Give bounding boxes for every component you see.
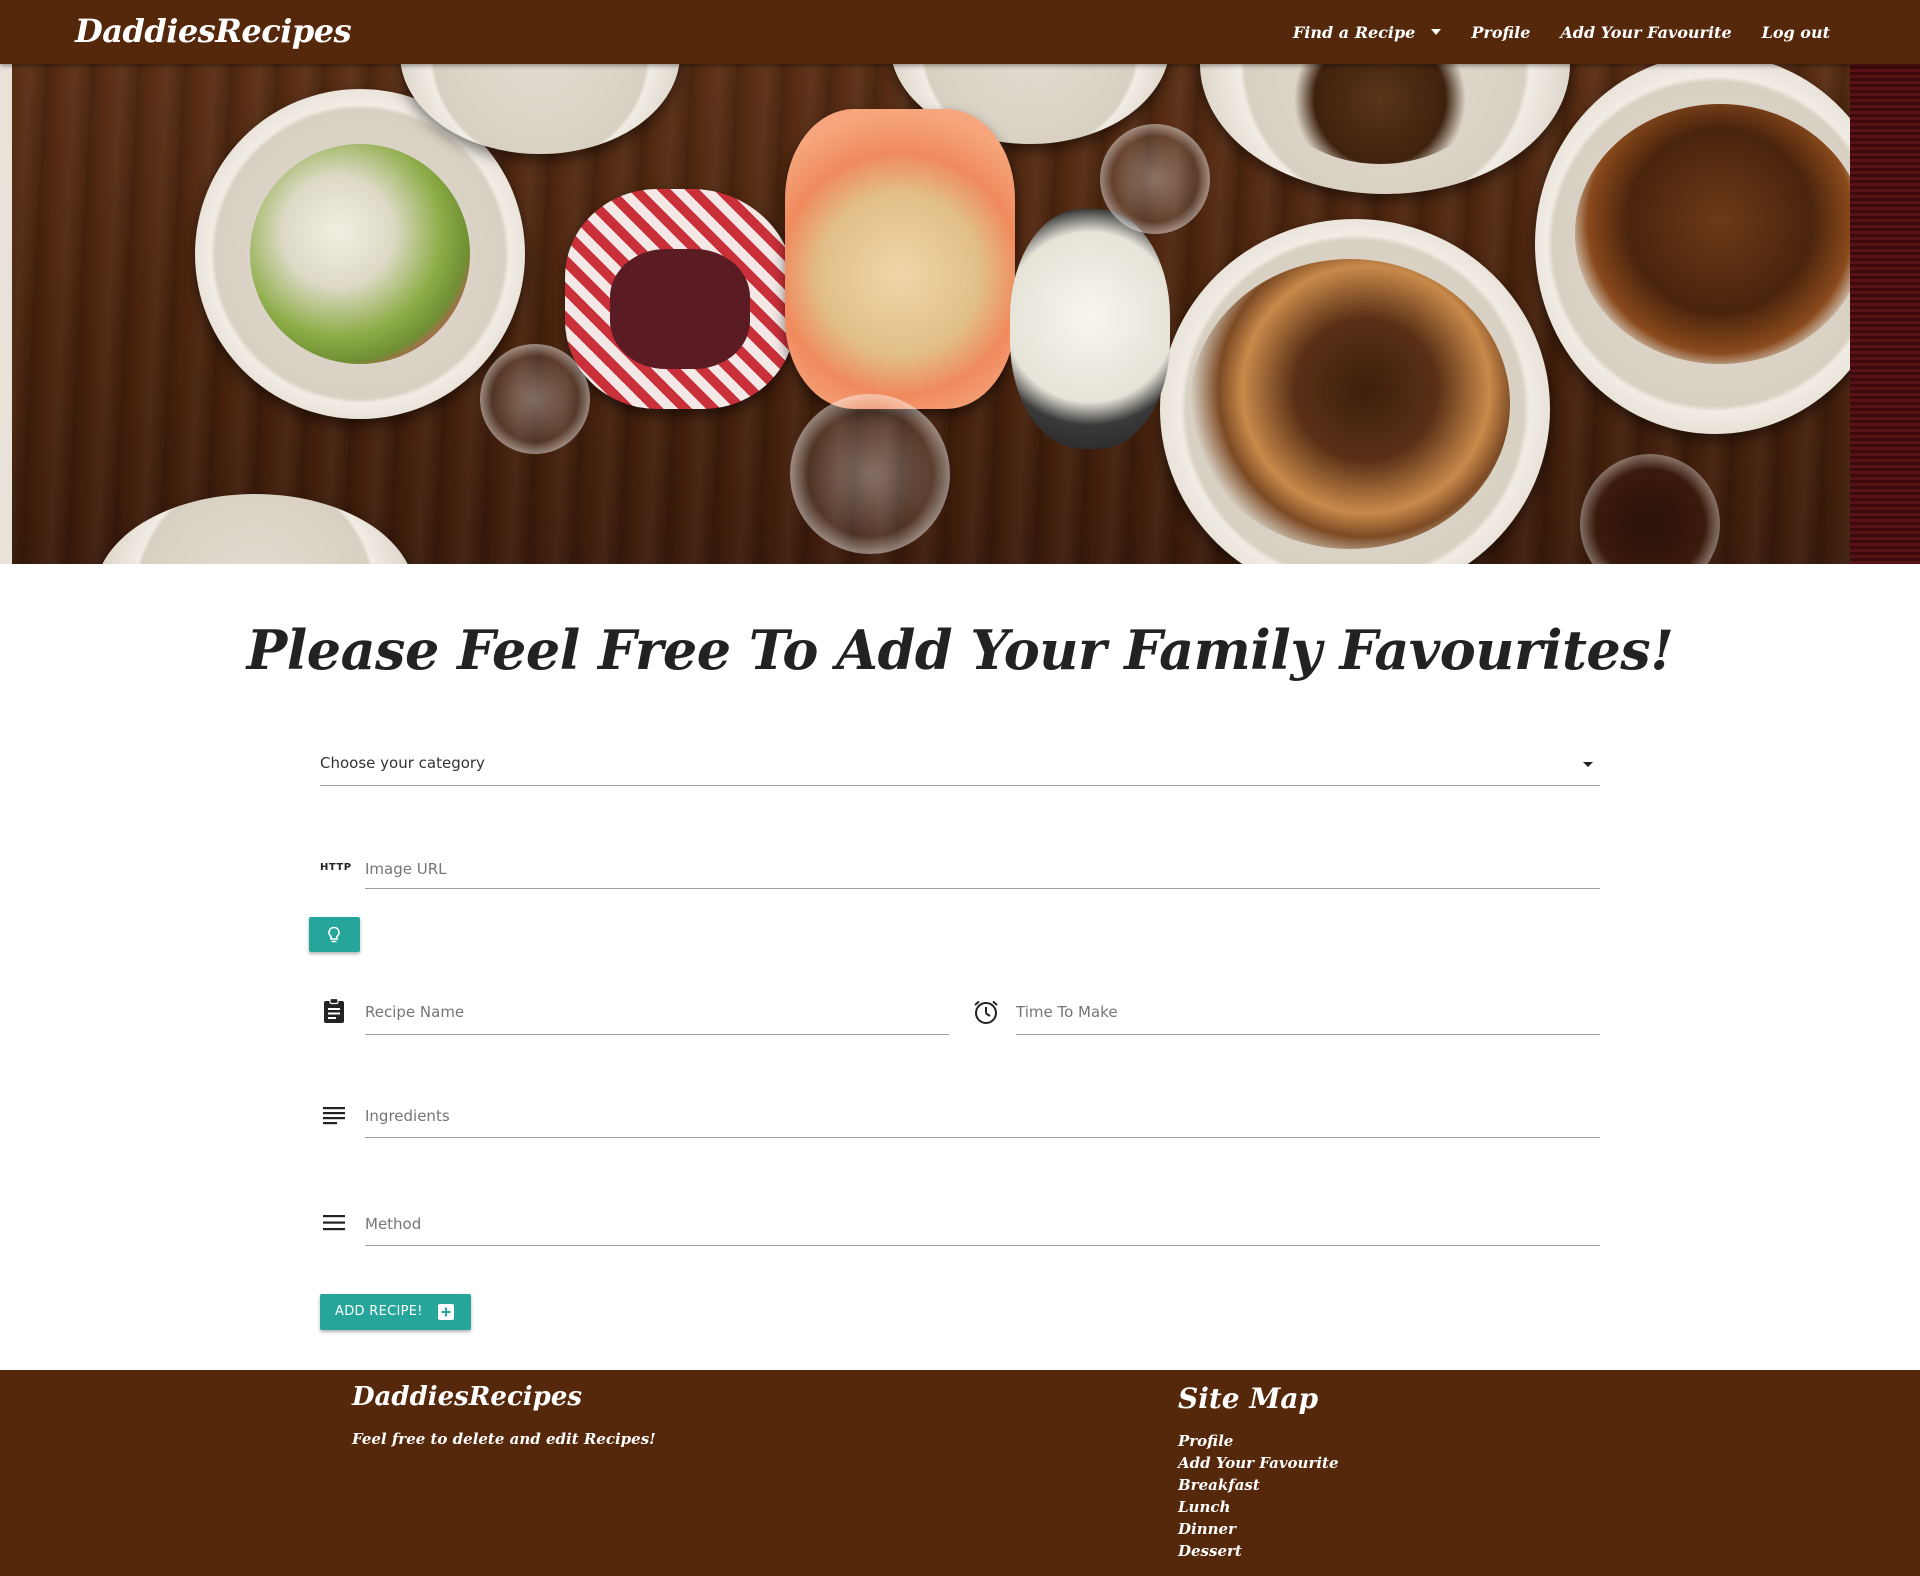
lightbulb-icon	[328, 926, 340, 943]
add-recipe-button-label: ADD RECIPE!	[335, 1304, 423, 1319]
hero-plate-right	[1535, 64, 1895, 434]
time-to-make-underline	[1016, 1034, 1600, 1035]
sitemap-link-lunch[interactable]: Lunch	[1178, 1496, 1339, 1518]
ingredients-underline	[365, 1137, 1600, 1138]
hero-napkin-holder	[1010, 209, 1170, 449]
nav-add-favourite[interactable]: Add Your Favourite	[1560, 23, 1731, 42]
brand-logo[interactable]: DaddiesRecipes	[75, 12, 352, 50]
add-recipe-button[interactable]: ADD RECIPE!	[320, 1294, 471, 1330]
sitemap-list: Profile Add Your Favourite Breakfast Lun…	[1178, 1430, 1339, 1562]
alarm-clock-icon	[974, 1000, 998, 1024]
hero-glass-2	[1100, 124, 1210, 234]
hero-tablecloth	[1850, 64, 1920, 564]
chevron-down-icon	[1431, 29, 1442, 35]
hero-napkin-basket	[565, 189, 795, 409]
page-heading: Please Feel Free To Add Your Family Favo…	[246, 618, 1674, 682]
sitemap-link-profile[interactable]: Profile	[1178, 1430, 1339, 1452]
hero-bread-basket	[785, 109, 1015, 409]
nav-profile[interactable]: Profile	[1471, 23, 1530, 42]
notes-icon	[323, 1107, 345, 1125]
nav-find-recipe-label: Find a Recipe	[1292, 22, 1416, 42]
method-underline	[365, 1245, 1600, 1246]
footer-tagline: Feel free to delete and edit Recipes!	[352, 1430, 656, 1448]
sitemap-link-breakfast[interactable]: Breakfast	[1178, 1474, 1339, 1496]
nav-find-recipe-dropdown[interactable]: Find a Recipe	[1292, 22, 1442, 42]
plus-box-icon	[438, 1304, 454, 1320]
method-input[interactable]	[365, 1213, 1600, 1235]
sitemap-link-add-favourite[interactable]: Add Your Favourite	[1178, 1452, 1339, 1474]
image-url-input[interactable]	[365, 858, 1600, 880]
sitemap-title: Site Map	[1178, 1382, 1319, 1415]
recipe-name-underline	[365, 1034, 949, 1035]
http-prefix-label: HTTP	[320, 862, 352, 873]
image-preview-button[interactable]	[309, 917, 360, 952]
hero-glass-1	[480, 344, 590, 454]
hero-water-jug	[790, 394, 950, 554]
hero-steak-plate	[1160, 219, 1550, 564]
navbar: DaddiesRecipes Find a Recipe Profile Add…	[0, 0, 1920, 64]
clipboard-icon	[324, 998, 344, 1023]
nav-links: Find a Recipe Profile Add Your Favourite…	[1263, 0, 1830, 64]
recipe-name-input[interactable]	[365, 1001, 949, 1023]
category-select[interactable]: Choose your category	[320, 748, 1600, 788]
menu-lines-icon	[323, 1215, 345, 1231]
image-url-underline	[365, 888, 1600, 889]
hero-wine-glass	[1580, 454, 1720, 564]
sitemap-link-dinner[interactable]: Dinner	[1178, 1518, 1339, 1540]
chevron-down-icon	[1583, 762, 1593, 767]
footer: DaddiesRecipes Feel free to delete and e…	[0, 1370, 1920, 1576]
hero-plate-top-right	[1200, 64, 1570, 194]
category-select-underline	[320, 785, 1600, 786]
category-select-value: Choose your category	[320, 754, 485, 772]
hero-image	[0, 64, 1920, 564]
hero-edge	[0, 64, 12, 564]
sitemap-link-dessert[interactable]: Dessert	[1178, 1540, 1339, 1562]
ingredients-input[interactable]	[365, 1105, 1600, 1127]
footer-brand: DaddiesRecipes	[352, 1382, 583, 1412]
time-to-make-input[interactable]	[1016, 1001, 1600, 1023]
hero-plate-bottom-left	[95, 494, 415, 564]
nav-logout[interactable]: Log out	[1762, 23, 1830, 42]
